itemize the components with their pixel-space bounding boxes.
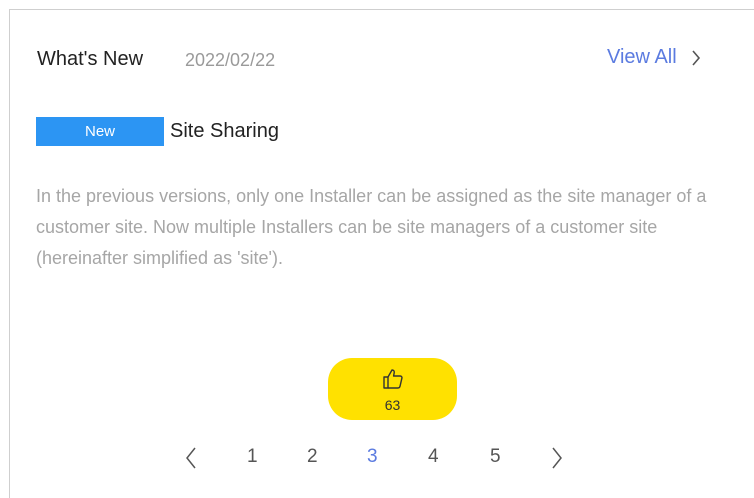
news-body: In the previous versions, only one Insta… [36, 186, 707, 268]
like-count: 63 [384, 397, 401, 413]
next-page-icon[interactable] [551, 447, 563, 474]
news-title: Site Sharing [170, 120, 279, 142]
page-3-current[interactable]: 3 [367, 446, 378, 468]
like-button[interactable]: 63 [328, 358, 457, 420]
card-title: What's New [37, 48, 144, 70]
page-4[interactable]: 4 [428, 446, 439, 468]
publish-date: 2022/02/22 [185, 50, 276, 70]
page-1[interactable]: 1 [247, 446, 258, 468]
chevron-right-icon [691, 49, 701, 66]
view-all-link[interactable]: View All [607, 46, 701, 69]
thumbs-up-icon [381, 365, 405, 391]
news-heading: New Site Sharing [36, 117, 279, 146]
prev-page-icon[interactable] [185, 447, 197, 474]
page-5[interactable]: 5 [490, 446, 501, 468]
new-badge: New [36, 117, 164, 146]
page-2[interactable]: 2 [307, 446, 318, 468]
pagination: 1 2 3 4 5 [10, 444, 754, 474]
whats-new-card: What's New 2022/02/22 View All New Site … [9, 9, 754, 498]
view-all-label: View All [607, 46, 677, 68]
